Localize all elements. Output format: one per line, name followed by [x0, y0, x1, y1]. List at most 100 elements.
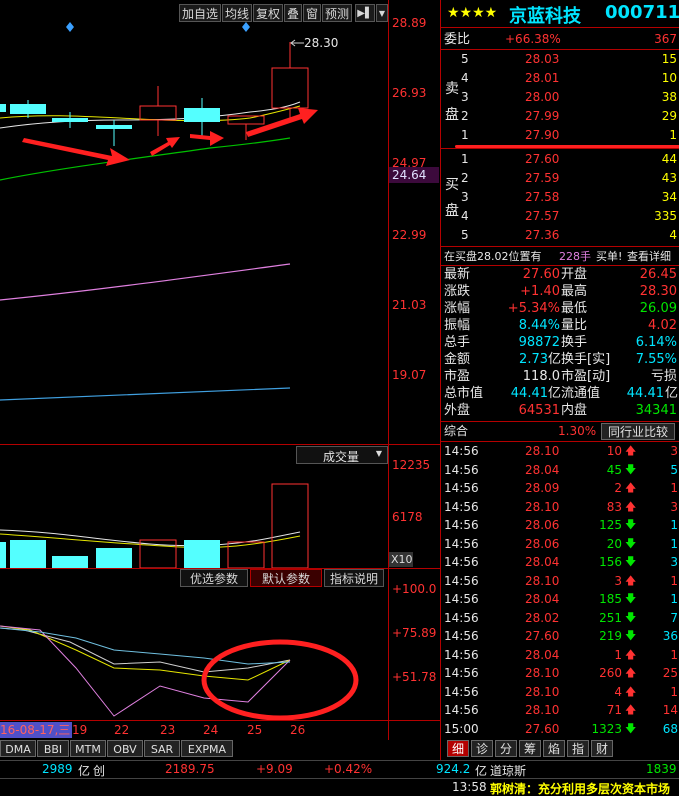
stat-unit: 亿 — [664, 386, 678, 401]
candle-down — [52, 112, 88, 128]
tab-dma[interactable]: DMA — [0, 740, 36, 757]
stat-label: 流通值 — [561, 386, 601, 401]
stat-row: 最新 27.60 开盘 26.45 — [441, 266, 679, 283]
industry-compare-button[interactable]: 同行业比较 — [601, 423, 676, 440]
tab-expma[interactable]: EXPMA — [181, 740, 233, 757]
indicator-line-white — [0, 627, 291, 673]
ask-volume: 29 — [661, 109, 677, 123]
ask-row[interactable]: 3 28.00 38 — [441, 88, 679, 107]
stat-label: 涨幅 — [444, 301, 471, 316]
indicator-tick: +51.78 — [392, 670, 437, 684]
arrow-up-icon: 🡅 — [625, 666, 637, 679]
candlestick-chart[interactable] — [0, 0, 388, 444]
trade-time: 14:56 — [444, 462, 479, 477]
bid-volume: 4 — [669, 228, 677, 242]
trade-row: 14:56 28.10 3 🡅 1 — [441, 572, 679, 590]
trade-time: 14:56 — [444, 573, 479, 588]
stat-unit: 亿 — [547, 352, 561, 367]
stat-value: 6.14% — [635, 335, 677, 350]
stat-label: 内盘 — [561, 403, 588, 418]
stat-value: 4.02 — [648, 318, 677, 333]
quote-tab[interactable]: 财 — [591, 740, 613, 757]
trade-count: 3 — [670, 444, 678, 458]
stat-label: 总市值 — [444, 386, 484, 401]
trade-volume: 83 — [606, 499, 622, 514]
bid-row[interactable]: 4 27.57 335 — [441, 207, 679, 226]
market-amount-2-unit: 亿 — [475, 764, 488, 778]
bid-row[interactable]: 5 27.36 4 — [441, 226, 679, 245]
quote-tab[interactable]: 细 — [447, 740, 469, 757]
trade-count: 3 — [670, 499, 678, 514]
annotation-arrow — [190, 131, 224, 146]
indicator-tick: +100.0 — [392, 582, 437, 596]
candle-down — [0, 104, 6, 112]
ask-level: 4 — [461, 71, 469, 85]
trade-row: 14:56 28.04 156 🡇 3 — [441, 553, 679, 571]
bid-level: 3 — [461, 190, 469, 204]
trade-price: 28.10 — [525, 573, 560, 588]
stat-value: 28.30 — [639, 284, 677, 299]
stat-label: 最低 — [561, 301, 588, 316]
composite-label: 综合 — [444, 424, 469, 438]
stat-label: 涨跌 — [444, 284, 471, 299]
trade-row: 14:56 28.10 4 🡅 1 — [441, 683, 679, 701]
indicator-chart[interactable] — [0, 568, 388, 720]
date-tick: 24 — [203, 723, 219, 737]
composite-row: 综合 1.30% 同行业比较 — [441, 422, 679, 441]
quote-tab[interactable]: 分 — [495, 740, 517, 757]
tab-obv[interactable]: OBV — [107, 740, 143, 757]
trade-time: 14:56 — [444, 592, 479, 606]
indicator-tick: +75.89 — [392, 626, 437, 640]
quote-tab[interactable]: 诊 — [471, 740, 493, 757]
arrow-up-icon: 🡅 — [625, 573, 637, 587]
tab-mtm[interactable]: MTM — [70, 740, 106, 757]
trade-count: 1 — [670, 647, 678, 662]
trade-count: 14 — [662, 703, 678, 717]
arrow-up-icon: 🡅 — [625, 684, 637, 698]
bid-volume: 43 — [661, 171, 677, 185]
trade-list[interactable]: 14:56 28.10 10 🡅 3 14:56 28.04 45 🡇 5 14:56 28.09 2 🡅… — [441, 442, 679, 738]
trade-count: 1 — [670, 481, 678, 495]
ask-level: 1 — [461, 128, 469, 142]
ask-volume: 10 — [661, 71, 677, 85]
trade-price: 28.10 — [525, 499, 560, 514]
tab-sar[interactable]: SAR — [144, 740, 180, 757]
chart-area[interactable]: 加自选 均线 复权 叠 窗 预测 ▶▌ ▼ 28.89 26.93 24.97 … — [0, 0, 440, 760]
volume-chart[interactable] — [0, 444, 388, 568]
bid-row[interactable]: 3 27.58 34 — [441, 188, 679, 207]
ask-row[interactable]: 5 28.03 15 — [441, 50, 679, 69]
ask-row[interactable]: 4 28.01 10 — [441, 69, 679, 88]
stat-label: 换手[实] — [561, 352, 611, 367]
tab-bbi[interactable]: BBI — [37, 740, 69, 757]
quote-tab[interactable]: 指 — [567, 740, 589, 757]
ask-row[interactable]: 1 27.90 1 — [441, 126, 679, 145]
stat-label: 振幅 — [444, 318, 471, 333]
bid-row[interactable]: 2 27.59 43 — [441, 169, 679, 188]
panel-divider-indicator — [0, 720, 440, 721]
price-tick: 21.03 — [392, 298, 427, 312]
news-ticker[interactable]: 13:58 郭树清：充分利用多层次资本市场 — [0, 778, 679, 796]
bid-row[interactable]: 1 27.60 44 — [441, 150, 679, 169]
order-ratio-diff: 367 — [654, 32, 677, 46]
stock-code: 000711 — [605, 2, 679, 23]
ask-volume: 1 — [669, 128, 677, 142]
stat-row: 市盈 118.0 市盈[动] 亏损 — [441, 368, 679, 385]
trade-volume: 71 — [606, 703, 622, 717]
ask-row[interactable]: 2 27.99 29 — [441, 107, 679, 126]
stat-value: 8.44% — [518, 318, 560, 333]
market-amount-unit: 亿 — [78, 764, 91, 778]
stats-grid: 最新 27.60 开盘 26.45 涨跌 +1.40 最高 28.30 涨幅 +5.34% 最低 26… — [441, 266, 679, 420]
composite-value: 1.30% — [558, 424, 597, 438]
stat-value: 7.55% — [635, 352, 677, 367]
quote-tab[interactable]: 筹 — [519, 740, 541, 757]
news-time: 13:58 — [452, 780, 487, 794]
arrow-down-icon: 🡇 — [625, 536, 637, 550]
view-detail-link[interactable]: 查看详细 — [627, 247, 671, 266]
rating-stars: ★★★★ — [447, 5, 498, 21]
price-tick: 19.07 — [392, 368, 427, 382]
bid-price: 27.36 — [525, 228, 560, 242]
price-tick: 22.99 — [392, 228, 427, 242]
trade-count: 1 — [670, 684, 678, 699]
bid-levels: 1 27.60 44 2 27.59 43 3 27.58 34 4 27.57 335 5 27… — [441, 150, 679, 246]
quote-tab[interactable]: 焰 — [543, 740, 565, 757]
